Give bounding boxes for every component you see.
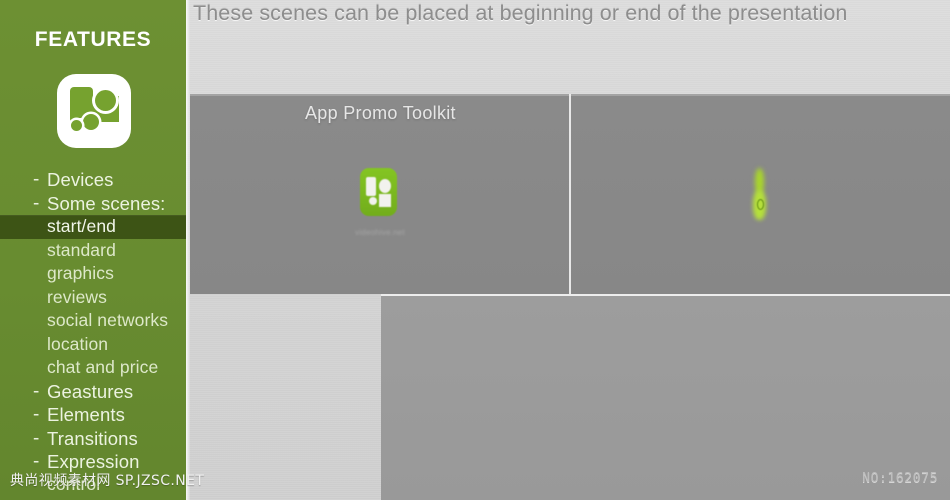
circle-glyph <box>95 90 116 111</box>
feature-item-reviews[interactable]: reviews <box>0 286 186 310</box>
app-devices-gears-icon <box>57 74 131 148</box>
feature-item-label: Elements <box>47 404 125 425</box>
feature-item-standard[interactable]: standard <box>0 239 186 263</box>
watermark-left: 典尚视频素材网 SP.JZSC.NET <box>10 473 205 489</box>
feature-item-label: social networks <box>47 310 169 330</box>
bullet-dash: - <box>33 427 40 449</box>
sidebar-title: FEATURES <box>34 28 152 51</box>
feature-item-elements[interactable]: - Elements <box>0 403 186 427</box>
features-sidebar: FEATURES - Devices - Some scenes: start/end s… <box>0 0 186 500</box>
bullet-dash: - <box>33 169 40 190</box>
feature-item-devices[interactable]: - Devices <box>0 168 186 192</box>
promo-subtitle: videohive.net <box>355 228 405 237</box>
preview-panel-bottom <box>381 296 950 500</box>
headline-text: These scenes can be placed at beginning … <box>193 1 848 25</box>
feature-item-geastures[interactable]: - Geastures <box>0 380 186 404</box>
feature-item-label: start/end <box>47 216 116 236</box>
feature-item-label: reviews <box>47 286 108 307</box>
feature-item-transitions[interactable]: - Transitions <box>0 427 186 451</box>
feature-item-label: location <box>47 333 109 354</box>
app-promo-toolkit-icon <box>360 168 397 216</box>
gear-small-glyph <box>71 120 82 131</box>
feature-item-label: Geastures <box>47 380 134 402</box>
feature-item-label: Some scenes: <box>47 192 166 214</box>
phone-glyph <box>366 177 376 196</box>
promo-title: App Promo Toolkit <box>305 103 456 123</box>
feature-item-label: standard <box>47 239 116 260</box>
preview-panel-divider <box>569 94 571 294</box>
green-glow-shape <box>751 168 768 220</box>
feature-item-graphics[interactable]: graphics <box>0 262 186 286</box>
feature-item-location[interactable]: location <box>0 333 186 357</box>
watermark-right: NO:162075 <box>862 471 938 486</box>
bullet-dash: - <box>33 192 40 214</box>
gear-large-glyph <box>83 114 99 130</box>
feature-item-label: Devices <box>47 169 114 190</box>
feature-item-label: graphics <box>47 263 114 283</box>
feature-item-chat-and-price[interactable]: chat and price <box>0 356 186 380</box>
feature-list: - Devices - Some scenes: start/end standard gr… <box>0 168 186 495</box>
screenshot-root: These scenes can be placed at beginning … <box>0 0 950 500</box>
bullet-dash: - <box>33 404 40 425</box>
gear-glyph <box>369 197 377 205</box>
sidebar-edge <box>186 0 190 500</box>
feature-item-social-networks[interactable]: social networks <box>0 309 186 333</box>
feature-item-label: Transitions <box>47 427 138 449</box>
feature-item-start-end[interactable]: start/end <box>0 215 186 239</box>
bullet-dash: - <box>33 380 40 402</box>
square-glyph <box>379 194 391 207</box>
feature-item-some-scenes[interactable]: - Some scenes: <box>0 192 186 216</box>
feature-item-label: chat and price <box>47 357 159 377</box>
glow-ring <box>757 199 764 210</box>
circle-glyph <box>379 179 391 193</box>
